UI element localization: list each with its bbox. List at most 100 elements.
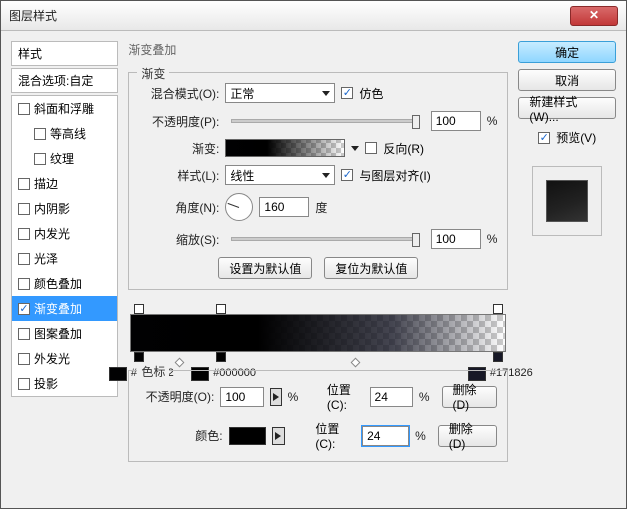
delete-color-stop-button[interactable]: 删除(D) — [438, 425, 498, 447]
style-checkbox[interactable] — [18, 353, 30, 365]
opacity-input[interactable]: 100 — [431, 111, 481, 131]
right-panel: 确定 取消 新建样式(W)... 预览(V) — [518, 41, 616, 498]
gradient-editor-bar[interactable]: #010102#000000#171826 — [130, 314, 506, 352]
midpoint-diamond[interactable] — [175, 358, 185, 368]
style-label: 描边 — [34, 175, 58, 192]
scale-slider[interactable] — [231, 237, 418, 241]
dither-checkbox[interactable] — [341, 87, 353, 99]
opacity-slider[interactable] — [231, 119, 418, 123]
color-picker-button[interactable] — [272, 427, 285, 445]
opacity-stepper[interactable] — [270, 388, 282, 406]
style-label: 图案叠加 — [34, 325, 82, 342]
preview-label: 预览(V) — [556, 129, 596, 146]
color-stop[interactable] — [493, 352, 503, 362]
scale-input[interactable]: 100 — [431, 229, 481, 249]
style-item-0[interactable]: 斜面和浮雕 — [12, 96, 117, 121]
opacity-stop[interactable] — [134, 304, 144, 314]
style-label: 颜色叠加 — [34, 275, 82, 292]
color-stop[interactable] — [216, 352, 226, 362]
stop-group: 色标 不透明度(O): 100 % 位置(C): 24 % 删除(D) 颜色: — [128, 370, 508, 462]
align-checkbox[interactable] — [341, 169, 353, 181]
chevron-down-icon[interactable] — [351, 146, 359, 151]
style-item-7[interactable]: 颜色叠加 — [12, 271, 117, 296]
style-checkbox[interactable] — [34, 153, 46, 165]
stop-color-swatch[interactable] — [229, 427, 266, 445]
style-checkbox[interactable] — [18, 178, 30, 190]
style-item-8[interactable]: 渐变叠加 — [12, 296, 117, 321]
preview-swatch — [546, 180, 588, 222]
color-stop[interactable] — [134, 352, 144, 362]
dither-label: 仿色 — [359, 85, 383, 102]
gradient-label: 渐变: — [139, 140, 219, 157]
gradient-swatch[interactable] — [225, 139, 345, 157]
angle-input[interactable]: 160 — [259, 197, 309, 217]
style-label: 内发光 — [34, 225, 70, 242]
style-checkbox[interactable] — [18, 228, 30, 240]
style-item-4[interactable]: 内阴影 — [12, 196, 117, 221]
position-label: 位置(C): — [327, 381, 364, 412]
style-label: 渐变叠加 — [34, 300, 82, 317]
titlebar: 图层样式 ✕ — [1, 1, 626, 31]
set-default-button[interactable]: 设置为默认值 — [218, 257, 312, 279]
style-item-3[interactable]: 描边 — [12, 171, 117, 196]
style-checkbox[interactable] — [18, 278, 30, 290]
opacity-stop[interactable] — [493, 304, 503, 314]
style-checkbox[interactable] — [34, 128, 46, 140]
window-title: 图层样式 — [9, 7, 570, 24]
style-item-10[interactable]: 外发光 — [12, 346, 117, 371]
style-checkbox[interactable] — [18, 378, 30, 390]
align-label: 与图层对齐(I) — [359, 167, 430, 184]
position-input-top[interactable]: 24 — [370, 387, 413, 407]
style-checkbox[interactable] — [18, 203, 30, 215]
gradient-group-title: 渐变 — [137, 65, 169, 82]
style-label: 外发光 — [34, 350, 70, 367]
reset-default-button[interactable]: 复位为默认值 — [324, 257, 418, 279]
gradient-group: 渐变 混合模式(O): 正常 仿色 不透明度(P): 100 % 渐变: — [128, 72, 508, 290]
angle-label: 角度(N): — [139, 199, 219, 216]
opacity-label: 不透明度(P): — [139, 113, 219, 130]
section-title: 渐变叠加 — [128, 41, 508, 58]
blend-mode-select[interactable]: 正常 — [225, 83, 335, 103]
style-label: 斜面和浮雕 — [34, 100, 94, 117]
style-checkbox[interactable] — [18, 253, 30, 265]
style-checkbox[interactable] — [18, 103, 30, 115]
center-panel: 渐变叠加 渐变 混合模式(O): 正常 仿色 不透明度(P): 100 % 渐变… — [128, 41, 508, 498]
styles-panel: 样式 混合选项:自定 斜面和浮雕等高线纹理描边内阴影内发光光泽颜色叠加渐变叠加图… — [11, 41, 118, 498]
stop-opacity-input[interactable]: 100 — [220, 387, 263, 407]
chevron-down-icon — [322, 91, 330, 96]
style-label: 投影 — [34, 375, 58, 392]
style-item-11[interactable]: 投影 — [12, 371, 117, 396]
styles-header[interactable]: 样式 — [11, 41, 118, 66]
reverse-label: 反向(R) — [383, 140, 424, 157]
stop-swatch-icon — [109, 367, 127, 381]
style-item-1[interactable]: 等高线 — [12, 121, 117, 146]
style-list: 斜面和浮雕等高线纹理描边内阴影内发光光泽颜色叠加渐变叠加图案叠加外发光投影 — [11, 95, 118, 397]
ok-button[interactable]: 确定 — [518, 41, 616, 63]
stop-color-label: 颜色: — [139, 427, 222, 444]
stop-group-title: 色标 — [137, 363, 169, 380]
position-input-bottom[interactable]: 24 — [362, 426, 409, 446]
style-checkbox[interactable] — [18, 303, 30, 315]
style-select[interactable]: 线性 — [225, 165, 335, 185]
delete-stop-button[interactable]: 删除(D) — [442, 386, 498, 408]
style-item-6[interactable]: 光泽 — [12, 246, 117, 271]
preview-checkbox[interactable] — [538, 132, 550, 144]
style-item-5[interactable]: 内发光 — [12, 221, 117, 246]
style-item-2[interactable]: 纹理 — [12, 146, 117, 171]
new-style-button[interactable]: 新建样式(W)... — [518, 97, 616, 119]
style-item-9[interactable]: 图案叠加 — [12, 321, 117, 346]
opacity-stop[interactable] — [216, 304, 226, 314]
reverse-checkbox[interactable] — [365, 142, 377, 154]
close-button[interactable]: ✕ — [570, 6, 618, 26]
style-label: 内阴影 — [34, 200, 70, 217]
style-label: 纹理 — [50, 150, 74, 167]
angle-dial[interactable] — [225, 193, 253, 221]
cancel-button[interactable]: 取消 — [518, 69, 616, 91]
preview-box — [532, 166, 602, 236]
midpoint-diamond[interactable] — [350, 358, 360, 368]
style-label: 光泽 — [34, 250, 58, 267]
blending-options-item[interactable]: 混合选项:自定 — [11, 68, 118, 93]
style-checkbox[interactable] — [18, 328, 30, 340]
stop-opacity-label: 不透明度(O): — [139, 388, 214, 405]
style-label: 等高线 — [50, 125, 86, 142]
